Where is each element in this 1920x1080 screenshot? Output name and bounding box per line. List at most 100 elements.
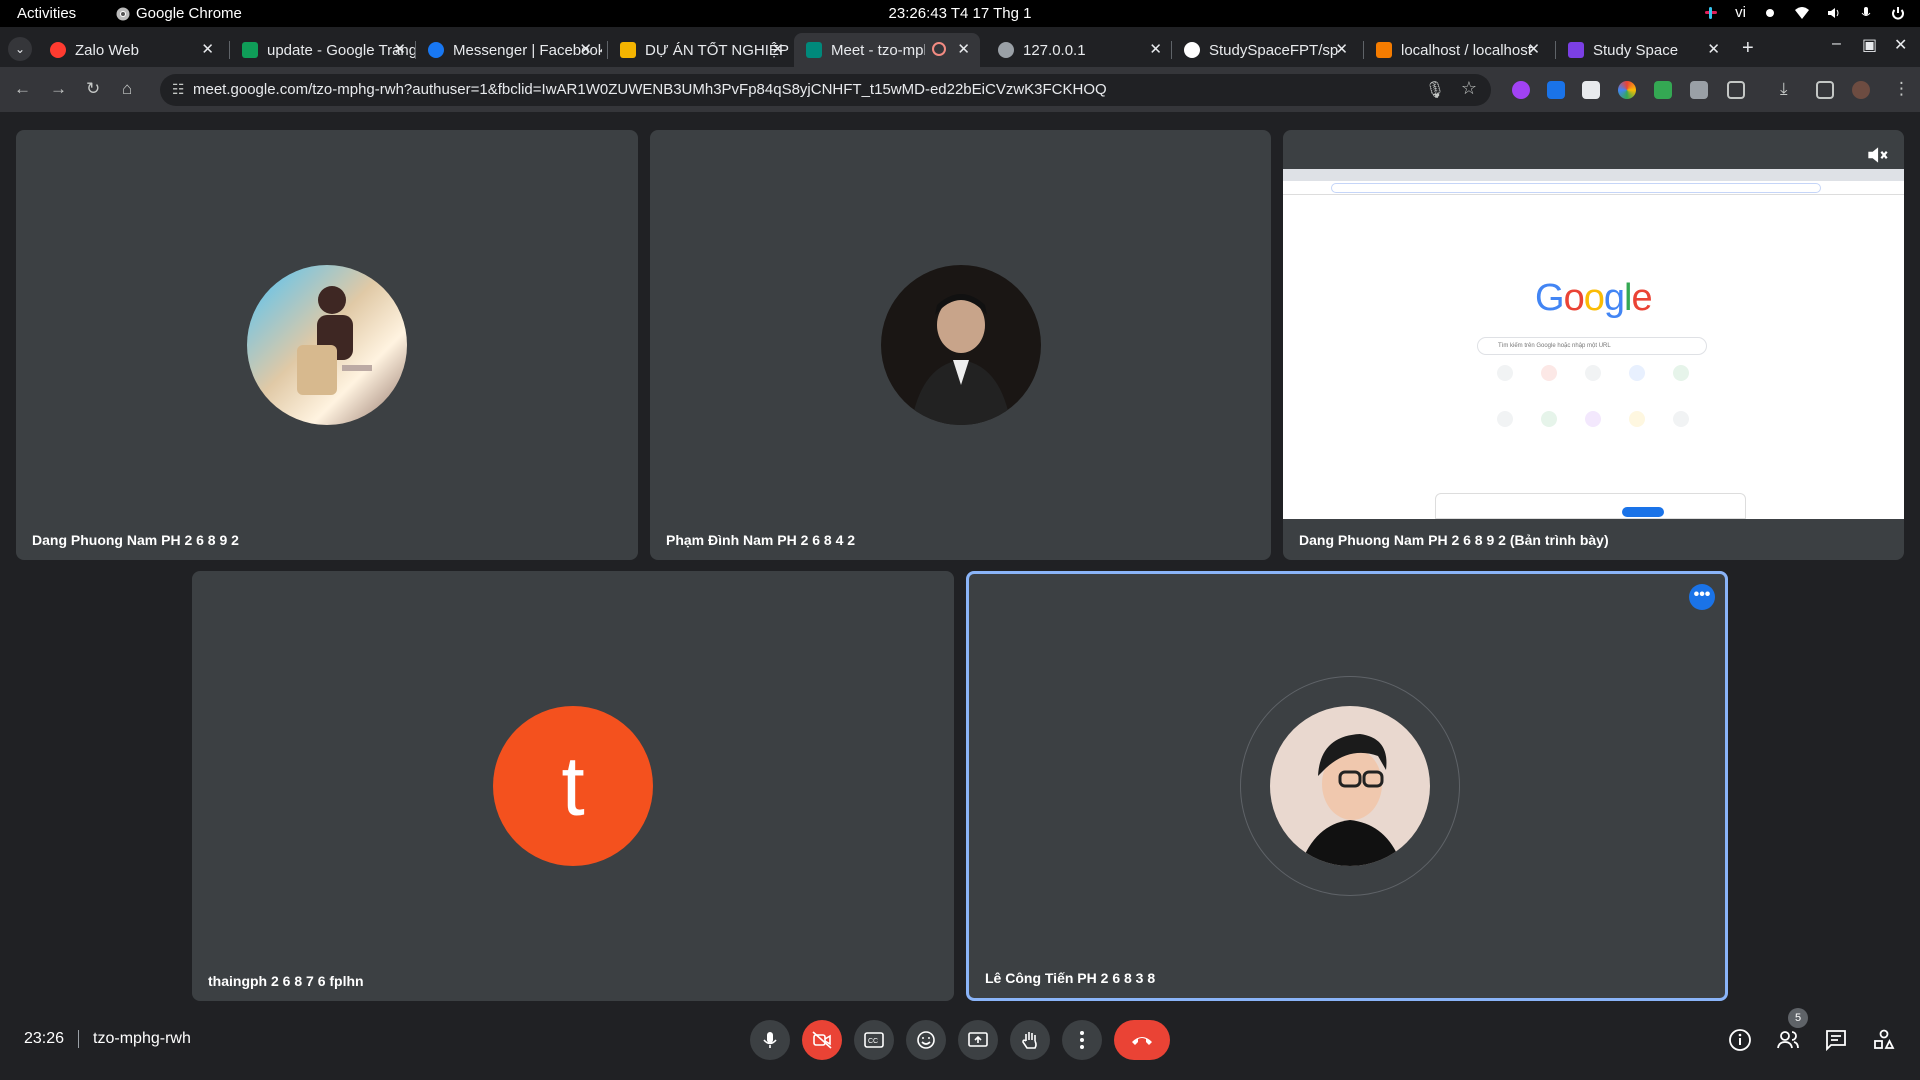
- system-tray[interactable]: vi: [1703, 4, 1906, 21]
- participant-name: Dang Phuong Nam PH 2 6 8 9 2 (Bản trình …: [1299, 532, 1609, 548]
- card-action-button: [1622, 507, 1664, 517]
- tab-meet[interactable]: Meet - tzo-mphg-rwh ✕: [794, 33, 980, 67]
- participant-tile[interactable]: t thaingph 2 6 8 7 6 fplhn: [192, 571, 954, 1001]
- participant-tile[interactable]: Dang Phuong Nam PH 2 6 8 9 2: [16, 130, 638, 560]
- shortcut-icon: [1497, 411, 1513, 427]
- people-icon[interactable]: [1776, 1028, 1800, 1052]
- tab-studyspace[interactable]: Study Space ✕: [1556, 33, 1730, 67]
- phpmyadmin-icon: [1376, 42, 1392, 58]
- sheets-icon: [242, 42, 258, 58]
- close-tab-icon[interactable]: ✕: [771, 40, 784, 58]
- download-icon[interactable]: ⤓: [1780, 79, 1788, 99]
- present-button[interactable]: [958, 1020, 998, 1060]
- browser-toolbar: ← → ↻ ⌂ ☷ meet.google.com/tzo-mphg-rwh?a…: [0, 67, 1920, 112]
- site-info-icon[interactable]: ☷: [172, 81, 185, 98]
- microphone-icon: [1861, 6, 1871, 16]
- phpmyadmin-icon: [1629, 411, 1645, 427]
- close-tab-icon[interactable]: ✕: [1149, 40, 1162, 58]
- meet-control-bar: 23:26 tzo-mphg-rwh CC 5: [0, 1000, 1920, 1080]
- tab-strip: ⌄ Zalo Web✕update - Google Trang tính✕Me…: [0, 27, 1920, 67]
- back-button[interactable]: ←: [14, 79, 31, 99]
- divider: [78, 1030, 80, 1048]
- sheets-icon: [1673, 365, 1689, 381]
- tab-phpmyadmin[interactable]: localhost / localhost ✕: [1364, 33, 1550, 67]
- extension-icon[interactable]: [1654, 81, 1672, 99]
- close-tab-icon[interactable]: ✕: [1707, 40, 1720, 58]
- shared-bookmarks-bar: [1283, 196, 1904, 206]
- tab-messenger[interactable]: Messenger | Facebook ✕: [416, 33, 602, 67]
- tab-slides[interactable]: DỰ ÁN TỐT NGHIỆP ✕: [608, 33, 794, 67]
- tab-sheets[interactable]: update - Google Trang tính✕: [230, 33, 416, 67]
- extension-icon[interactable]: [1582, 81, 1600, 99]
- meeting-details: 23:26 tzo-mphg-rwh: [24, 1030, 191, 1048]
- extension-icon[interactable]: [1512, 81, 1530, 99]
- more-options-button[interactable]: •••: [1689, 584, 1715, 610]
- address-bar[interactable]: ☷ meet.google.com/tzo-mphg-rwh?authuser=…: [160, 74, 1491, 106]
- minimize-button[interactable]: –: [1832, 35, 1841, 53]
- meet-stage: Dang Phuong Nam PH 2 6 8 9 2 Phạm Đình N…: [0, 112, 1920, 1080]
- url-text[interactable]: meet.google.com/tzo-mphg-rwh?authuser=1&…: [193, 81, 1107, 98]
- gmail-icon: [1541, 365, 1557, 381]
- participant-tile[interactable]: Phạm Đình Nam PH 2 6 8 4 2: [650, 130, 1271, 560]
- wifi-icon: [1795, 6, 1809, 19]
- participant-count-badge: 5: [1788, 1008, 1808, 1028]
- close-tab-icon[interactable]: ✕: [957, 40, 970, 58]
- hang-up-icon: [1132, 1037, 1152, 1045]
- more-options-button[interactable]: [1062, 1020, 1102, 1060]
- studyspace-icon: [1585, 411, 1601, 427]
- new-tab-button[interactable]: +: [1742, 37, 1754, 60]
- close-tab-icon[interactable]: ✕: [1335, 40, 1348, 58]
- google-search-box: Tìm kiếm trên Google hoặc nhập một URL: [1477, 337, 1707, 355]
- recording-indicator-icon: [932, 42, 946, 56]
- reactions-button[interactable]: [906, 1020, 946, 1060]
- screenshot-icon[interactable]: [1690, 81, 1708, 99]
- chrome-menu-icon[interactable]: ⋮: [1893, 79, 1910, 99]
- bookmark-star-icon[interactable]: ☆: [1461, 78, 1477, 99]
- maximize-button[interactable]: ▣: [1862, 35, 1877, 55]
- side-panel-icon[interactable]: [1816, 81, 1834, 99]
- system-top-bar: Activities Google Chrome 23:26:43 T4 17 …: [0, 0, 1920, 27]
- clock[interactable]: 23:26:43 T4 17 Thg 1: [0, 5, 1920, 22]
- voice-search-icon[interactable]: 🎙: [1425, 80, 1445, 100]
- more-vert-icon: [1080, 1031, 1084, 1049]
- extension-icon[interactable]: [1547, 81, 1565, 99]
- close-tab-icon[interactable]: ✕: [1527, 40, 1540, 58]
- close-tab-icon[interactable]: ✕: [201, 40, 214, 58]
- participant-tile[interactable]: ••• Lê Công Tiến PH 2 6 8 3 8: [966, 571, 1728, 1001]
- participant-name: Dang Phuong Nam PH 2 6 8 9 2: [32, 532, 239, 548]
- leave-call-button[interactable]: [1114, 1020, 1170, 1060]
- raise-hand-button[interactable]: [1010, 1020, 1050, 1060]
- forward-button[interactable]: →: [50, 79, 67, 99]
- raise-hand-icon: [1022, 1032, 1037, 1049]
- present-screen-icon: [968, 1032, 988, 1047]
- microphone-button[interactable]: [750, 1020, 790, 1060]
- microphone-icon: [763, 1032, 777, 1048]
- language-indicator: vi: [1735, 4, 1746, 21]
- tab-github[interactable]: StudySpaceFPT/sp ✕: [1172, 33, 1358, 67]
- tab-zalo[interactable]: Zalo Web ✕: [38, 33, 224, 67]
- profile-avatar[interactable]: [1852, 81, 1870, 99]
- tab-globe[interactable]: 127.0.0.1 ✕: [986, 33, 1172, 67]
- meeting-time: 23:26: [24, 1030, 65, 1047]
- close-tab-icon[interactable]: ✕: [579, 40, 592, 58]
- shared-omnibox: [1331, 183, 1821, 193]
- reload-button[interactable]: ↻: [86, 79, 100, 99]
- extensions-puzzle-icon[interactable]: [1727, 81, 1745, 99]
- colorzilla-icon[interactable]: [1618, 81, 1636, 99]
- chat-icon[interactable]: [1824, 1028, 1848, 1052]
- tab-search-button[interactable]: ⌄: [8, 37, 32, 61]
- svg-text:CC: CC: [868, 1038, 878, 1045]
- meet-icon: [806, 42, 822, 58]
- camera-button[interactable]: [802, 1020, 842, 1060]
- home-button[interactable]: ⌂: [122, 79, 132, 99]
- volume-icon: [1828, 7, 1839, 18]
- close-window-button[interactable]: ✕: [1894, 35, 1907, 55]
- sheets-icon: [1541, 411, 1557, 427]
- meeting-info-icon[interactable]: [1728, 1028, 1752, 1052]
- messenger-icon: [428, 42, 444, 58]
- captions-icon: CC: [864, 1032, 884, 1048]
- captions-button[interactable]: CC: [854, 1020, 894, 1060]
- presentation-tile[interactable]: Google Tìm kiếm trên Google hoặc nhập mộ…: [1283, 130, 1904, 560]
- activities-icon[interactable]: [1872, 1028, 1896, 1052]
- close-tab-icon[interactable]: ✕: [393, 40, 406, 58]
